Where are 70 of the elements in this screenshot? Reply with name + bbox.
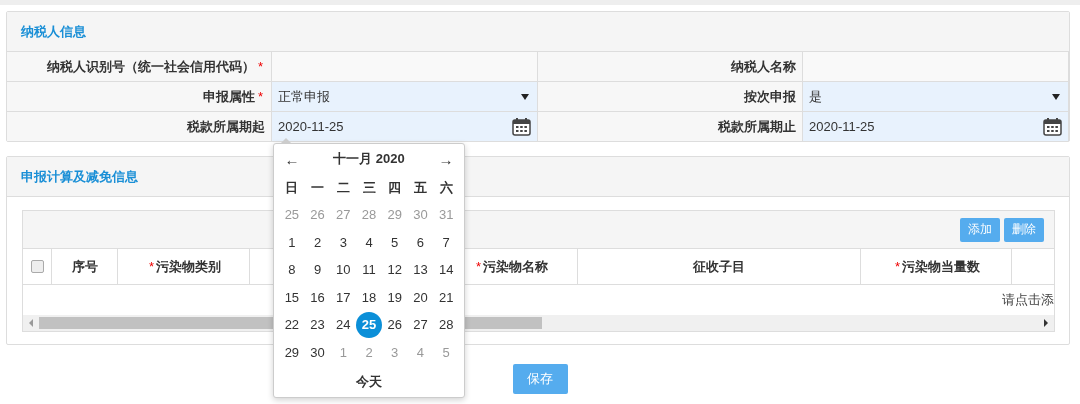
field-label: 税款所属期止 (718, 117, 796, 136)
calendar-day[interactable]: 21 (433, 284, 460, 311)
weekday-label: 二 (335, 178, 351, 197)
field-label: 税款所属期起 (187, 117, 265, 136)
calendar-day[interactable]: 13 (407, 257, 434, 284)
weekday-label: 四 (387, 178, 403, 197)
weekday-label: 五 (412, 178, 428, 197)
calendar-day[interactable]: 4 (356, 229, 382, 256)
scroll-right-arrow-icon[interactable] (1042, 319, 1050, 327)
calendar-day[interactable]: 7 (433, 229, 460, 256)
calendar-day[interactable]: 9 (304, 257, 331, 284)
required-mark: * (257, 59, 263, 74)
field-label: 纳税人名称 (731, 57, 796, 76)
calendar-day[interactable]: 28 (433, 312, 460, 339)
calendar-day[interactable]: 29 (279, 339, 305, 366)
calendar-day[interactable]: 1 (279, 229, 305, 256)
empty-table-message: 请点击添 (1002, 291, 1054, 309)
checkbox[interactable] (30, 260, 44, 273)
select-field[interactable]: 正常申报 (272, 82, 538, 112)
text-field[interactable] (803, 52, 1069, 82)
date-field[interactable]: 2020-11-25 (272, 112, 538, 141)
calendar-day[interactable]: 23 (304, 312, 331, 339)
calendar-day[interactable]: 5 (381, 229, 408, 256)
calendar-day[interactable]: 25 (356, 312, 382, 339)
next-month-button[interactable]: → (433, 150, 459, 168)
calendar-day[interactable]: 14 (433, 257, 460, 284)
weekday-label: 六 (438, 178, 454, 197)
calendar-day[interactable]: 3 (330, 229, 357, 256)
field-label: 纳税人识别号（统一社会信用代码） (46, 57, 255, 76)
panel-title: 申报计算及减免信息 (21, 167, 138, 186)
weekday-label: 日 (284, 178, 300, 197)
calendar-day[interactable]: 17 (330, 284, 357, 311)
calendar-day[interactable]: 6 (407, 229, 434, 256)
caret-icon (1052, 93, 1060, 100)
today-button[interactable]: 今天 (356, 372, 382, 391)
date-field[interactable]: 2020-11-25 (803, 112, 1069, 141)
calendar-day[interactable]: 27 (407, 312, 434, 339)
calendar-icon[interactable] (1043, 117, 1062, 136)
calendar-day[interactable]: 18 (356, 284, 382, 311)
calendar-day[interactable]: 22 (279, 312, 305, 339)
calendar-day[interactable]: 11 (356, 257, 382, 284)
column-header: *污染物类别 (147, 257, 222, 276)
panel-title: 纳税人信息 (21, 22, 86, 41)
scroll-left-arrow-icon[interactable] (27, 319, 35, 327)
calendar-day[interactable]: 19 (381, 284, 408, 311)
column-header: *污染物当量数 (893, 257, 981, 276)
column-header: 序号 (71, 257, 98, 276)
calendar-day[interactable]: 30 (304, 339, 331, 366)
calendar-day[interactable]: 8 (279, 257, 305, 284)
calendar-day[interactable]: 16 (304, 284, 331, 311)
calendar-day[interactable]: 10 (330, 257, 357, 284)
field-label: 按次申报 (744, 87, 796, 106)
column-header: 征收子目 (693, 257, 745, 276)
required-mark: * (257, 89, 263, 104)
caret-icon (521, 93, 529, 100)
field-label: 申报属性 (202, 87, 255, 106)
weekday-label: 一 (310, 178, 326, 197)
weekday-label: 三 (361, 178, 377, 197)
text-field[interactable] (272, 52, 538, 82)
calendar-day[interactable]: 26 (381, 312, 408, 339)
previous-month-button[interactable]: ← (279, 150, 305, 168)
calendar-day[interactable]: 15 (279, 284, 305, 311)
calendar-day[interactable]: 20 (407, 284, 434, 311)
select-field[interactable]: 是 (803, 82, 1069, 112)
calendar-icon[interactable] (512, 117, 531, 136)
calendar-day[interactable]: 2 (304, 229, 331, 256)
calendar-day[interactable]: 24 (330, 312, 357, 339)
column-header: *污染物名称 (474, 257, 549, 276)
calendar-day[interactable]: 12 (381, 257, 408, 284)
month-title[interactable]: 十一月 2020 (333, 150, 405, 168)
